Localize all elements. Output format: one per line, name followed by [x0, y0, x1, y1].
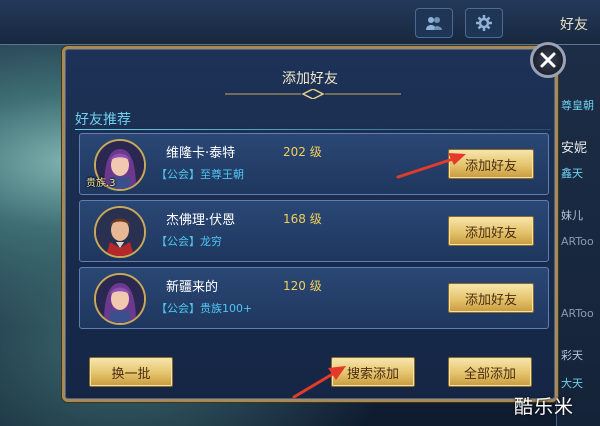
refresh-button[interactable]: 换一批: [89, 357, 173, 387]
add-friend-button[interactable]: 添加好友: [448, 216, 534, 246]
player-name: 新疆来的: [166, 280, 219, 295]
section-recommended: 好友推荐: [75, 112, 131, 128]
watermark-logo: 酷乐米: [514, 396, 575, 418]
add-all-button[interactable]: 全部添加: [448, 357, 532, 387]
player-level: 202 级: [283, 145, 322, 159]
add-friend-button[interactable]: 添加好友: [448, 283, 534, 313]
avatar[interactable]: [94, 206, 146, 258]
title-ornament: [225, 89, 401, 99]
player-guild: 【公会】至尊王朝: [156, 168, 244, 181]
close-icon[interactable]: [530, 42, 566, 78]
noble-badge: 贵族.3: [86, 178, 116, 189]
side-list-item[interactable]: ARToo: [561, 235, 594, 248]
friends-tab[interactable]: 好友: [560, 14, 588, 34]
player-level: 120 级: [283, 279, 322, 293]
side-list-item[interactable]: 妹儿: [561, 207, 583, 223]
player-row: 新疆来的 120 级 【公会】贵族100+ 添加好友: [79, 267, 549, 329]
side-friend-list: 尊皇朝 安妮 鑫天 妹儿 ARToo ARToo 彩天 大天: [556, 45, 600, 426]
side-list-item[interactable]: ARToo: [561, 307, 594, 320]
side-list-item[interactable]: 大天: [561, 375, 583, 391]
side-list-item[interactable]: 彩天: [561, 347, 583, 363]
player-guild: 【公会】龙穷: [156, 235, 222, 248]
player-name: 维隆卡·泰特: [166, 146, 236, 161]
player-guild: 【公会】贵族100+: [156, 302, 253, 315]
top-bar: 好友: [0, 0, 600, 45]
section-divider: [75, 129, 551, 130]
friends-icon[interactable]: [415, 8, 453, 38]
avatar[interactable]: [94, 273, 146, 325]
annotation-arrow-icon: [396, 153, 466, 179]
add-friend-dialog: 添加好友 好友推荐 贵族.3 维隆卡·泰特 202 级 【公会】至尊王朝 添加好…: [62, 46, 558, 402]
player-name: 杰佛理·伏恩: [166, 213, 236, 228]
player-level: 168 级: [283, 212, 322, 226]
player-row: 杰佛理·伏恩 168 级 【公会】龙穷 添加好友: [79, 200, 549, 262]
gear-icon[interactable]: [465, 8, 503, 38]
side-list-item[interactable]: 安妮: [561, 137, 587, 156]
side-list-item[interactable]: 鑫天: [561, 165, 583, 181]
side-list-item[interactable]: 尊皇朝: [561, 97, 594, 113]
dialog-title: 添加好友: [282, 71, 338, 87]
annotation-arrow-icon: [292, 366, 346, 399]
player-row: 贵族.3 维隆卡·泰特 202 级 【公会】至尊王朝 添加好友: [79, 133, 549, 195]
